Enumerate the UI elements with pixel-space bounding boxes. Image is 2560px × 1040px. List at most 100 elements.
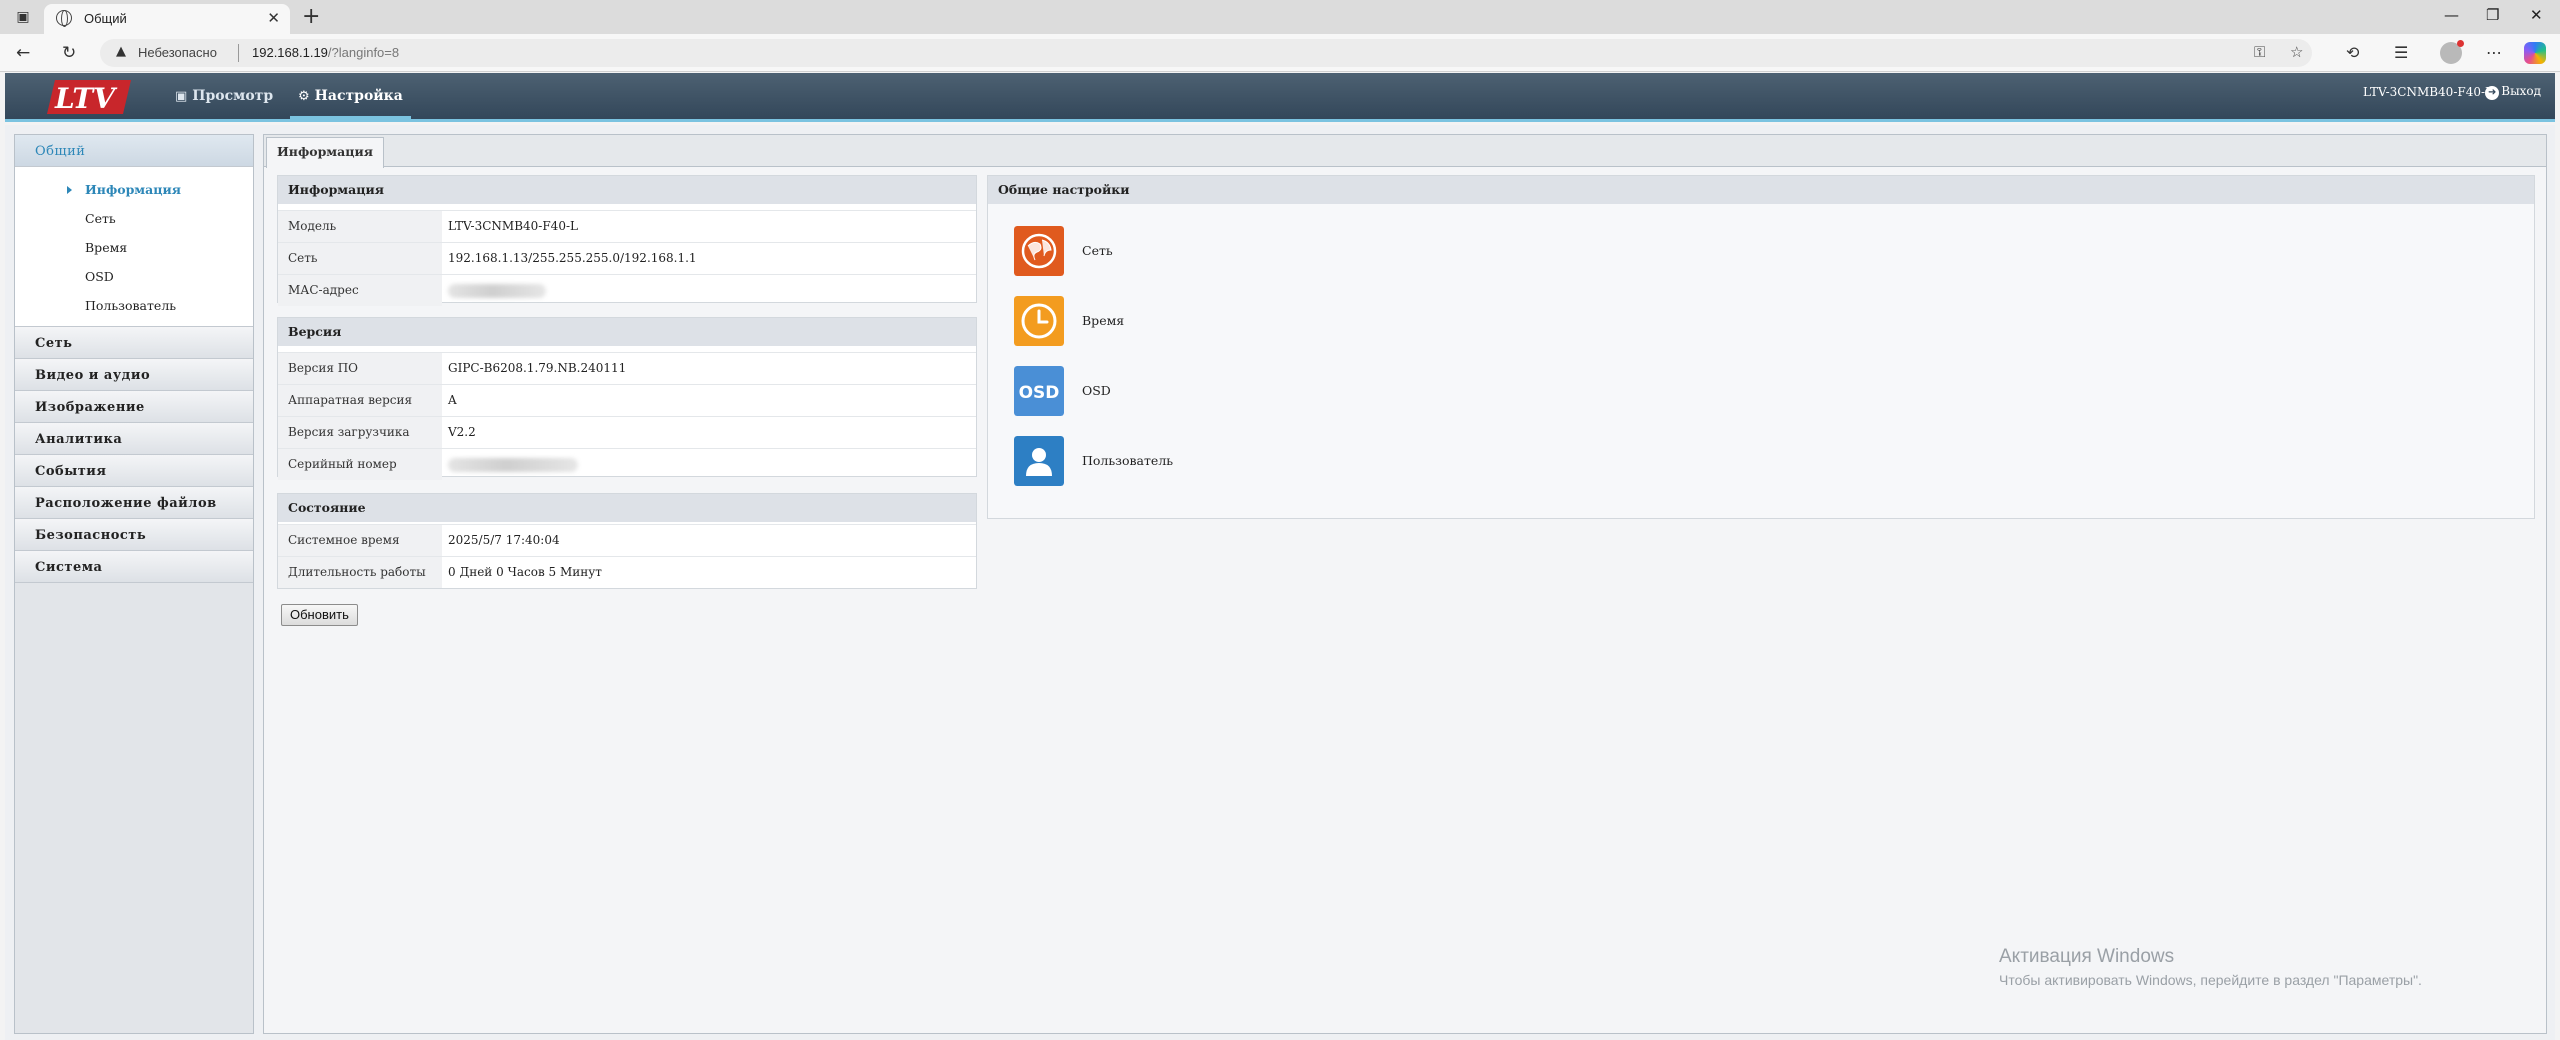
insecure-label[interactable]: Небезопасно bbox=[138, 45, 217, 60]
sidebar-group-storage[interactable]: Расположение файлов bbox=[15, 487, 253, 519]
row-key: Длительность работы bbox=[278, 557, 442, 588]
new-tab-icon[interactable]: + bbox=[302, 4, 320, 29]
logout-button[interactable]: ➜ Выход bbox=[2485, 84, 2541, 100]
nav-view-label: Просмотр bbox=[192, 88, 274, 104]
sidebar-group-label: Общий bbox=[35, 144, 86, 159]
info-panel: Информация Модель LTV-3CNMB40-F40-L Сеть 1… bbox=[277, 175, 977, 306]
sidebar-group-label: Сеть bbox=[35, 336, 73, 351]
status-row-uptime: Длительность работы 0 Дней 0 Часов 5 Мину… bbox=[278, 556, 976, 588]
redacted-value bbox=[448, 283, 546, 298]
general-item-label: Время bbox=[1082, 313, 1125, 328]
general-settings-panel: Общие настройки Сеть Время OSD OSD Польз… bbox=[987, 175, 2535, 519]
sidebar-group-label: Видео и аудио bbox=[35, 368, 151, 383]
sidebar-group-video-audio[interactable]: Видео и аудио bbox=[15, 359, 253, 391]
general-settings-title: Общие настройки bbox=[988, 176, 2534, 204]
svg-text:OSD: OSD bbox=[1019, 383, 1060, 403]
windows-activation-hint: Чтобы активировать Windows, перейдите в … bbox=[1999, 972, 2422, 988]
restore-icon[interactable]: ❐ bbox=[2486, 6, 2499, 24]
row-value: A bbox=[448, 393, 457, 407]
osd-icon: OSD bbox=[1014, 366, 1064, 416]
row-value: LTV-3CNMB40-F40-L bbox=[448, 219, 578, 233]
browser-tab-bar: ▣ Общий ✕ + — ❐ ✕ bbox=[0, 0, 2560, 34]
row-key: Аппаратная версия bbox=[278, 385, 442, 416]
close-tab-icon[interactable]: ✕ bbox=[267, 9, 280, 27]
browser-tab[interactable]: Общий ✕ bbox=[44, 4, 290, 34]
close-window-icon[interactable]: ✕ bbox=[2530, 6, 2543, 24]
sidebar-group-network[interactable]: Сеть bbox=[15, 327, 253, 359]
sidebar-group-security[interactable]: Безопасность bbox=[15, 519, 253, 551]
tab-title: Общий bbox=[84, 11, 127, 26]
ltv-logo: LTV bbox=[47, 80, 131, 115]
row-key: МАС-адрес bbox=[278, 275, 442, 306]
sidebar-item-osd[interactable]: OSD bbox=[15, 262, 253, 291]
sidebar-item-time[interactable]: Время bbox=[15, 233, 253, 262]
sidebar-group-label: Система bbox=[35, 560, 103, 575]
copilot-icon[interactable] bbox=[2524, 42, 2546, 64]
minimize-icon[interactable]: — bbox=[2444, 6, 2459, 24]
warning-icon[interactable]: ▲ bbox=[116, 44, 126, 59]
profile-avatar[interactable] bbox=[2440, 40, 2464, 64]
favorites-icon[interactable]: ☰ bbox=[2394, 43, 2408, 62]
sidebar-item-user[interactable]: Пользователь bbox=[15, 291, 253, 320]
version-panel: Версия Версия ПО GIPC-B6208.1.79.NB.24011… bbox=[277, 317, 977, 480]
favorite-star-icon[interactable]: ☆ bbox=[2290, 43, 2303, 61]
row-value: V2.2 bbox=[448, 425, 476, 439]
url-text[interactable]: 192.168.1.19/?langinfo=8 bbox=[252, 45, 399, 60]
more-icon[interactable]: ⋯ bbox=[2486, 43, 2502, 62]
app-header: LTV ▣ Просмотр ⚙ Настройка LTV-3CNMB40-F40… bbox=[5, 73, 2555, 122]
row-value: 0 Дней 0 Часов 5 Минут bbox=[448, 565, 602, 579]
sidebar-group-general[interactable]: Общий bbox=[15, 135, 253, 167]
back-icon[interactable]: ← bbox=[16, 43, 30, 63]
general-item-label: Сеть bbox=[1082, 243, 1113, 258]
redacted-value bbox=[448, 457, 578, 472]
device-name: LTV-3CNMB40-F40-L bbox=[2363, 85, 2493, 99]
sidebar-group-image[interactable]: Изображение bbox=[15, 391, 253, 423]
extensions-icon[interactable]: ⟲ bbox=[2346, 43, 2359, 62]
version-panel-title: Версия bbox=[278, 318, 976, 346]
sidebar-item-network[interactable]: Сеть bbox=[15, 204, 253, 233]
row-key: Сеть bbox=[278, 243, 442, 274]
status-panel-title: Состояние bbox=[278, 494, 976, 522]
row-key: Версия загрузчика bbox=[278, 417, 442, 448]
status-panel: Состояние Системное время 2025/5/7 17:40:… bbox=[277, 493, 977, 589]
url-host: 192.168.1.19 bbox=[252, 45, 328, 60]
gear-icon: ⚙ bbox=[298, 89, 310, 104]
network-globe-icon bbox=[1014, 226, 1064, 276]
svg-text:LTV: LTV bbox=[54, 82, 118, 115]
logout-icon: ➜ bbox=[2485, 86, 2500, 100]
content-tabstrip: Информация bbox=[264, 135, 2546, 168]
sidebar-group-analytics[interactable]: Аналитика bbox=[15, 423, 253, 455]
row-key: Серийный номер bbox=[278, 449, 442, 480]
sidebar-group-events[interactable]: События bbox=[15, 455, 253, 487]
version-row-bootloader: Версия загрузчика V2.2 bbox=[278, 416, 976, 448]
nav-settings[interactable]: ⚙ Настройка bbox=[290, 73, 411, 119]
sidebar-group-label: Расположение файлов bbox=[35, 496, 217, 511]
row-key: Версия ПО bbox=[278, 353, 442, 384]
url-path: /?langinfo=8 bbox=[327, 45, 400, 60]
status-row-system-time: Системное время 2025/5/7 17:40:04 bbox=[278, 524, 976, 556]
windows-activation-title: Активация Windows bbox=[1999, 946, 2175, 967]
globe-icon bbox=[56, 10, 72, 27]
row-key: Системное время bbox=[278, 525, 442, 556]
info-row-mac: МАС-адрес bbox=[278, 274, 976, 306]
omnibox[interactable]: ▲ Небезопасно 192.168.1.19/?langinfo=8 ⚿… bbox=[100, 39, 2312, 67]
content-area: Информация Информация Модель LTV-3CNMB40-… bbox=[263, 134, 2547, 1034]
clock-icon bbox=[1014, 296, 1064, 346]
sidebar-submenu: Информация Сеть Время OSD Пользователь bbox=[15, 167, 253, 327]
general-item-label: OSD bbox=[1082, 383, 1111, 398]
nav-view[interactable]: ▣ Просмотр bbox=[175, 73, 273, 119]
sidebar-group-system[interactable]: Система bbox=[15, 551, 253, 583]
reload-icon[interactable]: ↻ bbox=[62, 43, 76, 63]
user-icon bbox=[1014, 436, 1064, 486]
sidebar-item-info[interactable]: Информация bbox=[15, 175, 253, 204]
tab-information[interactable]: Информация bbox=[266, 137, 385, 168]
nav-settings-label: Настройка bbox=[314, 88, 403, 104]
refresh-button[interactable]: Обновить bbox=[281, 604, 358, 626]
sidebar-group-label: События bbox=[35, 464, 107, 479]
version-row-hardware: Аппаратная версия A bbox=[278, 384, 976, 416]
info-row-network: Сеть 192.168.1.13/255.255.255.0/192.168.1… bbox=[278, 242, 976, 274]
row-value-redacted bbox=[442, 449, 976, 480]
row-value-redacted bbox=[442, 275, 976, 306]
tab-actions-icon[interactable]: ▣ bbox=[14, 8, 32, 26]
key-icon[interactable]: ⚿ bbox=[2254, 43, 2265, 61]
